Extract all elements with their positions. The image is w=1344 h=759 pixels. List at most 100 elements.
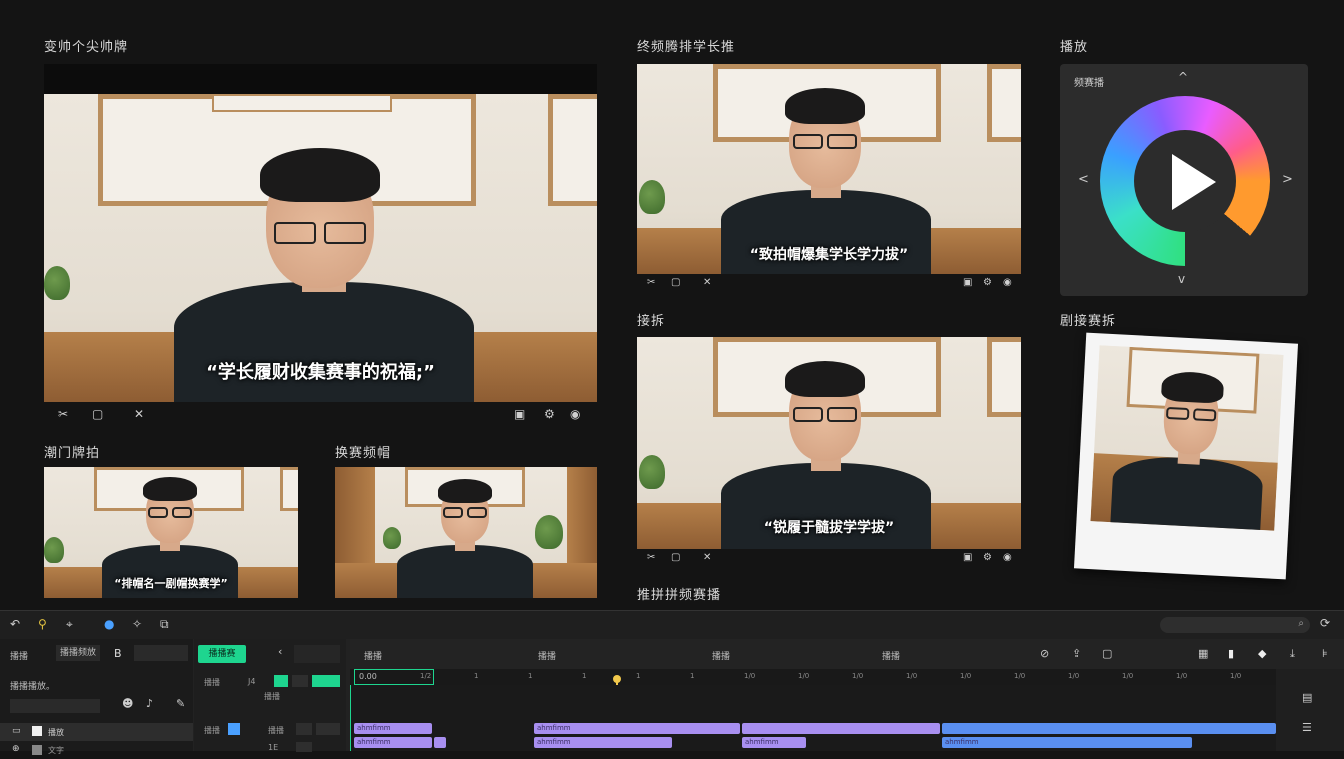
lane-color[interactable] xyxy=(228,723,240,735)
clip-1[interactable]: ahmfimm xyxy=(354,723,432,734)
timeline-col-4[interactable]: 播播 xyxy=(882,649,900,662)
mid-right-video-frame[interactable]: “锐履于髓拔学学拔” xyxy=(637,337,1021,549)
ruler-tick: 1/0 xyxy=(1014,672,1026,680)
track-item-2[interactable]: ⊕ 文字 xyxy=(0,743,193,759)
export-icon[interactable]: ⇪ xyxy=(1072,647,1081,660)
play-icon[interactable] xyxy=(1172,154,1216,210)
mid-right-preview[interactable]: “锐履于髓拔学学拔” ✂ ▢ ✕ ▣ ⚙ ◉ xyxy=(637,337,1021,569)
frame-icon[interactable]: ▢ xyxy=(671,552,680,563)
left-tab-1[interactable]: 播播 xyxy=(10,649,28,662)
split-icon[interactable]: ✂ xyxy=(58,407,68,421)
timeline-col-1[interactable]: 播播 xyxy=(364,649,382,662)
back-icon[interactable]: ‹ xyxy=(278,645,282,658)
search-input[interactable]: ⌕ xyxy=(1160,617,1310,633)
main-preview[interactable]: “学长履财收集赛事的祝福;” ✂ ▢ ✕ ▣ ⚙ ◉ xyxy=(44,64,597,428)
cut-icon[interactable]: ✕ xyxy=(134,407,144,421)
clip-3[interactable] xyxy=(742,723,940,734)
caption-icon[interactable]: ▣ xyxy=(963,552,972,563)
top-right-preview[interactable]: “致拍帽爆集学长学力拔” ✂ ▢ ✕ ▣ ⚙ ◉ xyxy=(637,64,1021,294)
top-right-video-frame[interactable]: “致拍帽爆集学长学力拔” xyxy=(637,64,1021,274)
lane-toggle-2[interactable] xyxy=(292,675,308,687)
settings-icon[interactable]: ⚙ xyxy=(544,407,555,421)
caption-icon[interactable]: ▣ xyxy=(514,407,525,421)
pin-icon[interactable]: ✎ xyxy=(176,697,185,710)
small-left-subtitle: “排帽名一剧帽换赛学” xyxy=(114,577,228,590)
main-subtitle: “学长履财收集赛事的祝福;” xyxy=(206,362,435,383)
ruler-tick: 1/0 xyxy=(744,672,756,680)
cut-icon[interactable]: ✕ xyxy=(703,552,711,563)
ruler-tick: 1/0 xyxy=(1122,672,1134,680)
clip-8[interactable]: ahmfimm xyxy=(742,737,806,748)
chevron-up-icon[interactable]: ^ xyxy=(1178,70,1188,84)
ruler-tick: 1/0 xyxy=(852,672,864,680)
small-left-preview[interactable]: “排帽名一剧帽换赛学” xyxy=(44,467,298,598)
refresh-icon[interactable]: ⟳ xyxy=(1320,616,1330,630)
clip-2[interactable]: ahmfimm xyxy=(534,723,740,734)
person-icon[interactable]: ☻ xyxy=(122,697,133,710)
split-icon[interactable]: ✂ xyxy=(647,552,655,563)
media-panel: 播播 播播频放 B 播播播放。 ☻ ♪ ✎ ▭ 播放 ⊕ 文字 xyxy=(0,639,193,755)
track-item-1-label: 播放 xyxy=(48,728,64,737)
mid-right-preview-title: 接拆 xyxy=(637,314,666,329)
volume-icon[interactable]: ◉ xyxy=(570,407,580,421)
polaroid-photo[interactable] xyxy=(1073,332,1299,580)
tag-icon[interactable]: ◆ xyxy=(1258,647,1266,660)
split-icon[interactable]: ✂ xyxy=(647,277,655,288)
frame-icon[interactable]: ▢ xyxy=(671,277,680,288)
track-search[interactable] xyxy=(10,699,100,713)
layers-icon[interactable]: ▤ xyxy=(1302,691,1312,704)
volume-icon[interactable]: ◉ xyxy=(1003,277,1012,288)
undo-icon[interactable]: ↶ xyxy=(10,617,20,631)
lane-toggle-3[interactable] xyxy=(312,675,340,687)
music-icon[interactable]: ♪ xyxy=(146,697,153,710)
stack-icon[interactable]: ⧉ xyxy=(160,617,169,632)
effects-filter[interactable] xyxy=(294,645,340,663)
trim-icon[interactable]: ⌖ xyxy=(66,617,73,632)
top-right-subtitle: “致拍帽爆集学长学力拔” xyxy=(749,247,909,263)
ruler-tick: 1/0 xyxy=(1230,672,1242,680)
chevron-right-icon[interactable]: > xyxy=(1282,172,1293,187)
magic-icon[interactable]: ✧ xyxy=(132,617,142,631)
cut-icon[interactable]: ✕ xyxy=(703,277,711,288)
mixer-icon[interactable]: ⊧ xyxy=(1322,647,1328,660)
file-icon[interactable]: ▮ xyxy=(1228,647,1234,660)
grid-icon[interactable]: ▦ xyxy=(1198,647,1208,660)
clip-6[interactable] xyxy=(434,737,446,748)
caption-icon[interactable]: ▣ xyxy=(963,277,972,288)
left-tab-3[interactable]: B xyxy=(114,647,122,660)
lane-toggle[interactable] xyxy=(274,675,288,687)
track-item-1[interactable]: ▭ 播放 xyxy=(0,723,193,741)
globe-icon[interactable]: ● xyxy=(104,617,114,631)
chevron-down-icon[interactable]: v xyxy=(1178,272,1185,286)
ruler-tick: 1 xyxy=(582,672,587,680)
active-tab[interactable]: 播播赛 xyxy=(198,645,246,663)
settings-icon[interactable]: ⚙ xyxy=(983,552,992,563)
chevron-left-icon[interactable]: < xyxy=(1078,172,1089,187)
small-mid-preview[interactable] xyxy=(335,467,597,598)
clip-5[interactable]: ahmfimm xyxy=(354,737,432,748)
settings-icon[interactable]: ⚙ xyxy=(983,277,992,288)
clip-7[interactable]: ahmfimm xyxy=(534,737,672,748)
pointer-icon[interactable]: ⚲ xyxy=(38,617,47,631)
box-icon[interactable]: ▢ xyxy=(1102,647,1112,660)
frame-icon[interactable]: ▢ xyxy=(92,407,103,421)
effects-panel: 播播赛 ‹ 播播 J4 播播 播播 播播 1E xyxy=(194,639,346,752)
play-ring[interactable] xyxy=(1100,96,1270,266)
clip-9[interactable]: ahmfimm xyxy=(942,737,1192,748)
timeline-col-2[interactable]: 播播 xyxy=(538,649,556,662)
timeline-col-3[interactable]: 播播 xyxy=(712,649,730,662)
left-tab-2[interactable]: 播播频放 xyxy=(56,645,100,661)
search-icon[interactable]: ⌕ xyxy=(1298,618,1304,629)
volume-icon[interactable]: ◉ xyxy=(1003,552,1012,563)
download-icon[interactable]: ⤓ xyxy=(1290,647,1295,661)
timeline-ruler[interactable]: 0.00 1/2 1 1 1 1 1 1/0 1/0 1/0 1/0 1/0 1/0 1/0 1/0 1/0… xyxy=(350,669,1276,685)
list-icon[interactable]: ☰ xyxy=(1302,721,1312,734)
timeline-tracks[interactable]: ahmfimm ahmfimm ahmfimm ahmfimm ahmfimm … xyxy=(350,685,1276,751)
track-item-icon: ▭ xyxy=(12,726,21,736)
main-video-frame[interactable]: “学长履财收集赛事的祝福;” xyxy=(44,94,597,402)
left-filter[interactable] xyxy=(134,645,188,661)
clip-4[interactable] xyxy=(942,723,1276,734)
link-icon[interactable]: ⊘ xyxy=(1040,647,1049,660)
track-item-2-label: 文字 xyxy=(48,746,64,755)
ruler-tick: 1/0 xyxy=(798,672,810,680)
